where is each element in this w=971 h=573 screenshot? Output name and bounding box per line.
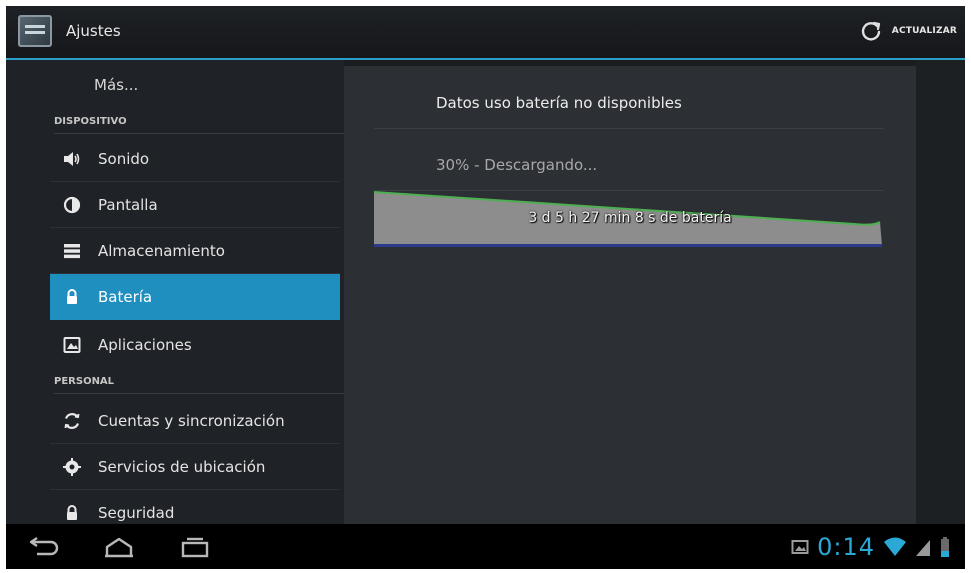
graph-baseline — [374, 244, 882, 247]
panel-edge — [916, 60, 965, 524]
sidebar-item-label: Servicios de ubicación — [98, 457, 266, 476]
sidebar-item-label: Aplicaciones — [98, 336, 192, 354]
apps-icon — [62, 335, 82, 355]
screen: Ajustes ACTUALIZAR Más... DISPOSITIVO So… — [6, 6, 965, 569]
battery-usage-message: Datos uso batería no disponibles — [436, 94, 682, 112]
action-bar: Ajustes ACTUALIZAR — [6, 6, 965, 60]
home-button[interactable] — [96, 532, 142, 562]
sidebar-item-label: Cuentas y sincronización — [98, 411, 285, 430]
sidebar-item-storage[interactable]: Almacenamiento — [50, 228, 340, 274]
sidebar-item-apps[interactable]: Aplicaciones — [50, 322, 340, 368]
battery-icon — [941, 537, 949, 557]
brightness-icon — [62, 195, 82, 215]
settings-list: Más... DISPOSITIVO Sonido Pantalla Almac… — [6, 60, 344, 524]
home-icon — [105, 537, 133, 558]
sidebar-item-accounts-sync[interactable]: Cuentas y sincronización — [50, 398, 340, 444]
lock-icon — [62, 287, 82, 307]
sidebar-item-battery[interactable]: Batería — [50, 274, 340, 320]
more-item[interactable]: Más... — [94, 76, 138, 94]
sidebar-item-sound[interactable]: Sonido — [50, 136, 340, 182]
screenshot-notification-icon — [791, 540, 809, 554]
speaker-icon — [62, 149, 82, 169]
sidebar-item-location[interactable]: Servicios de ubicación — [50, 444, 340, 490]
refresh-label: ACTUALIZAR — [891, 26, 957, 36]
battery-status[interactable]: 30% - Descargando... — [436, 156, 597, 174]
refresh-icon — [860, 20, 882, 42]
back-icon — [29, 537, 59, 556]
sidebar-item-label: Pantalla — [98, 195, 158, 214]
signal-icon — [916, 540, 930, 556]
app-title: Ajustes — [66, 22, 121, 40]
battery-detail-panel: Datos uso batería no disponibles 30% - D… — [344, 66, 916, 524]
padlock-icon — [62, 503, 82, 523]
storage-icon — [62, 241, 82, 261]
wifi-icon — [884, 537, 906, 556]
refresh-button[interactable]: ACTUALIZAR — [860, 16, 957, 46]
sync-icon — [62, 411, 82, 431]
recent-apps-icon — [181, 537, 209, 558]
section-header-device: DISPOSITIVO — [54, 116, 344, 134]
status-area[interactable]: 0:14 — [791, 531, 951, 563]
recent-apps-button[interactable] — [172, 532, 218, 562]
sidebar-item-label: Batería — [98, 288, 153, 306]
clock: 0:14 — [817, 533, 875, 561]
settings-app-icon[interactable] — [18, 15, 52, 47]
sidebar-item-security[interactable]: Seguridad — [50, 490, 340, 524]
divider — [374, 128, 884, 129]
section-header-personal: PERSONAL — [54, 376, 344, 394]
battery-time-label: 3 d 5 h 27 min 8 s de batería — [528, 210, 732, 226]
sidebar-item-label: Almacenamiento — [98, 241, 225, 260]
sidebar-item-display[interactable]: Pantalla — [50, 182, 340, 228]
location-icon — [62, 457, 82, 477]
sidebar-item-label: Seguridad — [98, 504, 175, 522]
system-navigation-bar: 0:14 — [6, 524, 965, 569]
sidebar-item-label: Sonido — [98, 149, 150, 168]
back-button[interactable] — [20, 532, 66, 562]
